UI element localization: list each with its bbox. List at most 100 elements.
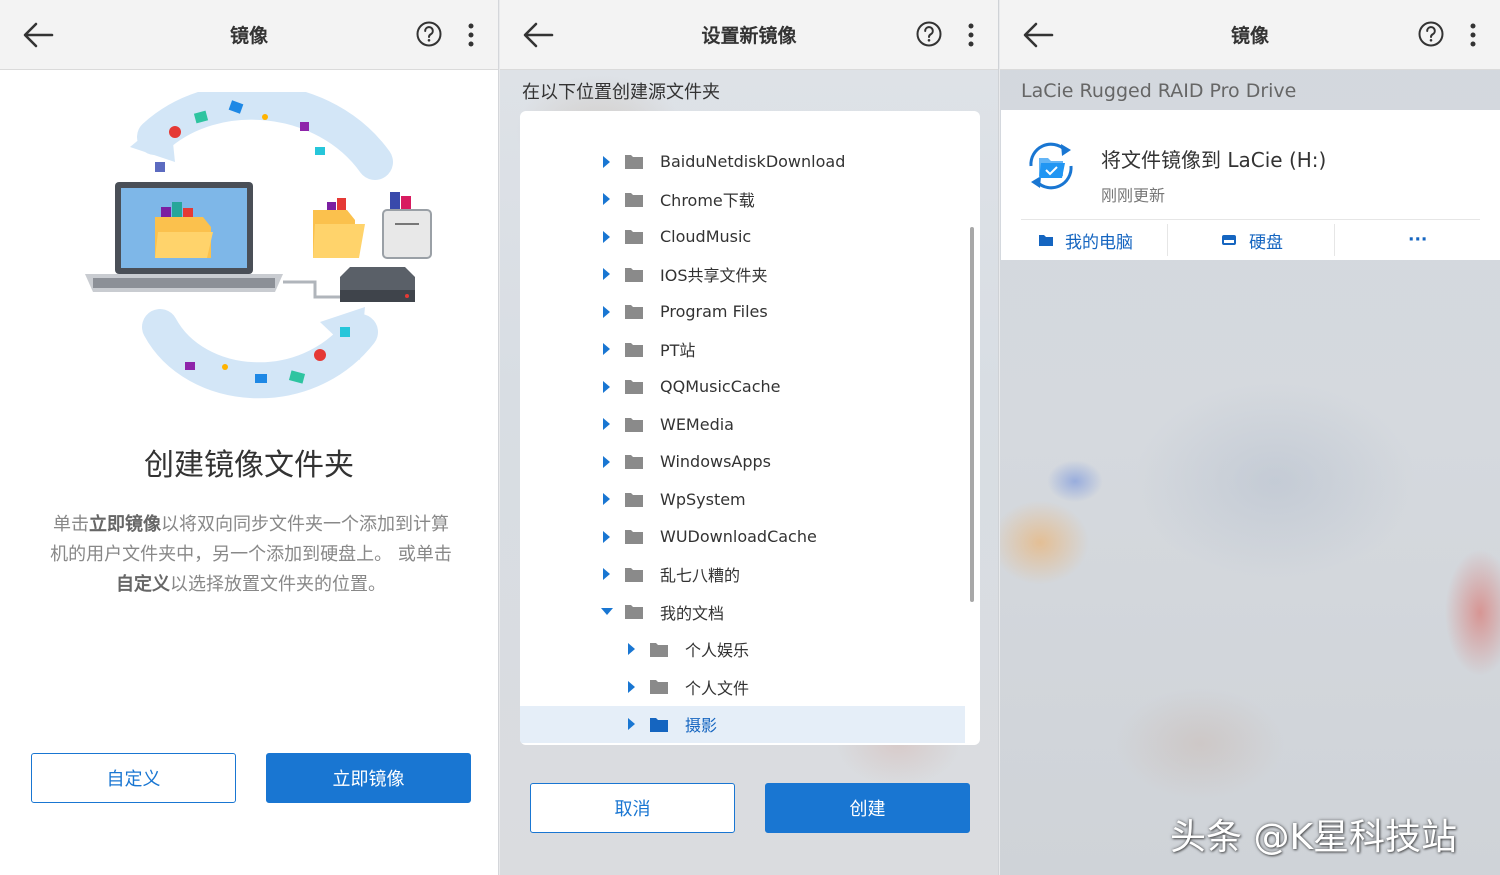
folder-icon [625,342,643,357]
folder-icon [625,305,643,319]
heading: 创建镜像文件夹 [144,448,354,483]
mirror-status: 刚刚更新 [1101,186,1166,205]
location-label: 在以下位置创建源文件夹 [522,82,720,103]
back-arrow-icon[interactable] [22,20,54,50]
help-icon[interactable] [1418,21,1444,47]
tree-row[interactable]: WpSystem [520,481,965,518]
tree-row-label: WindowsApps [660,452,772,471]
caret-right-icon[interactable] [625,680,639,694]
tree-row[interactable]: IOS共享文件夹 [520,256,965,293]
tree-row[interactable]: Program Files [520,293,965,330]
tree-row[interactable]: CloudMusic [520,218,965,255]
create-mirror-panel: 镜像 创建镜像文件夹 单击立即镜像以将双向同步文件夹一个添加到计算机的用户文件夹… [0,0,499,875]
description-text: 单击 [53,514,89,535]
more-vertical-icon[interactable] [966,22,976,48]
tree-row-label: Program Files [660,302,768,321]
tree-row[interactable]: 我的文档 [520,593,965,630]
tree-row[interactable]: 乱七八糟的 [520,556,965,593]
caret-right-icon[interactable] [600,380,614,394]
folder-icon [650,680,668,694]
tree-row[interactable]: WUDownloadCache [520,518,965,555]
tree-row-label: 我的文档 [660,603,725,623]
mirror-card[interactable]: 将文件镜像到 LaCie (H:) 刚刚更新 我的电脑 硬盘 ··· [1001,110,1500,260]
computer-icon [1039,235,1053,246]
page-title: 镜像 [1230,25,1269,47]
tree-row-label: WEMedia [660,414,734,434]
drive-label: 硬盘 [1249,232,1283,253]
tree-row[interactable]: PT站 [520,331,965,368]
tree-row[interactable]: Chrome下载 [520,181,965,218]
folder-icon [625,455,643,469]
caret-right-icon[interactable] [600,492,614,506]
folder-icon [625,417,643,432]
caret-right-icon[interactable] [600,230,614,244]
more-vertical-icon[interactable] [466,22,476,48]
tree-row-label: WUDownloadCache [660,527,817,546]
top-bar: 设置新镜像 [500,0,998,70]
create-button[interactable]: 创建 [765,783,970,833]
tree-row[interactable]: WindowsApps [520,443,965,480]
tree-row-label: 个人文件 [685,678,750,698]
tree-row-label: IOS共享文件夹 [660,266,768,285]
tree-row[interactable]: BaiduNetdiskDownload [520,143,965,180]
folder-icon [650,717,668,732]
tree-row-label: CloudMusic [660,227,752,246]
caret-right-icon[interactable] [600,305,614,319]
more-vertical-icon[interactable] [1468,22,1478,48]
my-computer-label: 我的电脑 [1065,232,1133,253]
help-icon[interactable] [416,21,442,47]
folder-icon [625,192,643,207]
mirror-status-panel: 镜像 LaCie Rugged RAID Pro Drive 将文件镜像到 La… [1000,0,1500,875]
tree-row[interactable]: WEMedia [520,406,965,443]
tree-row[interactable]: 个人娱乐 [520,631,965,668]
folder-icon [625,492,643,507]
tree-row[interactable]: QQMusicCache [520,368,965,405]
divider [1021,219,1480,220]
caret-down-icon[interactable] [600,605,614,619]
mirror-illustration [85,92,432,399]
caret-right-icon[interactable] [625,642,639,656]
folder-tree: 摄影 个人文件 个人娱乐 我的文档 乱七八糟的 WUDownloadCache WpSyst… [520,111,980,745]
folder-icon [650,642,668,657]
tree-row-label: WpSystem [660,489,746,509]
tree-row[interactable]: 个人文件 [520,668,965,705]
folder-icon [625,380,643,394]
caret-right-icon[interactable] [600,567,614,581]
caret-right-icon[interactable] [600,417,614,431]
top-bar: 镜像 [1000,0,1500,70]
description: 单击立即镜像以将双向同步文件夹一个添加到计算机的用户文件夹中，另一个添加到硬盘上… [46,510,456,600]
folder-icon [625,267,643,282]
caret-right-icon[interactable] [625,717,639,731]
divider [1334,224,1335,256]
custom-button[interactable]: 自定义 [31,753,236,803]
watermark: 头条 @K星科技站 [1170,817,1458,858]
drive-icon [1222,235,1236,245]
drive-name: LaCie Rugged RAID Pro Drive [1021,80,1297,102]
page-title: 镜像 [229,25,268,47]
cancel-button[interactable]: 取消 [530,783,735,833]
my-computer-button[interactable]: 我的电脑 [1038,228,1133,253]
tree-row-label: 个人娱乐 [685,641,750,660]
page-title: 设置新镜像 [701,25,797,47]
tree-row-label: 乱七八糟的 [660,566,741,585]
tree-row-label: Chrome下载 [660,191,755,210]
caret-right-icon[interactable] [600,192,614,206]
folder-icon [625,155,643,169]
caret-right-icon[interactable] [600,155,614,169]
folder-icon [625,605,643,619]
more-actions-button[interactable]: ··· [1408,228,1427,252]
caret-right-icon[interactable] [600,342,614,356]
mirror-now-button[interactable]: 立即镜像 [266,753,471,803]
new-mirror-panel: 设置新镜像 在以下位置创建源文件夹 摄影 个人文件 个人娱乐 我的文档 乱七八糟的 WUD… [500,0,999,875]
divider [1167,224,1168,256]
tree-row[interactable]: 摄影 [520,705,965,743]
caret-right-icon[interactable] [600,267,614,281]
caret-right-icon[interactable] [600,455,614,469]
help-icon[interactable] [916,21,942,47]
caret-right-icon[interactable] [600,530,614,544]
back-arrow-icon[interactable] [1022,20,1054,50]
back-arrow-icon[interactable] [522,20,554,50]
tree-scrollbar[interactable] [970,227,974,602]
folder-icon [625,230,643,244]
drive-button[interactable]: 硬盘 [1221,228,1283,253]
